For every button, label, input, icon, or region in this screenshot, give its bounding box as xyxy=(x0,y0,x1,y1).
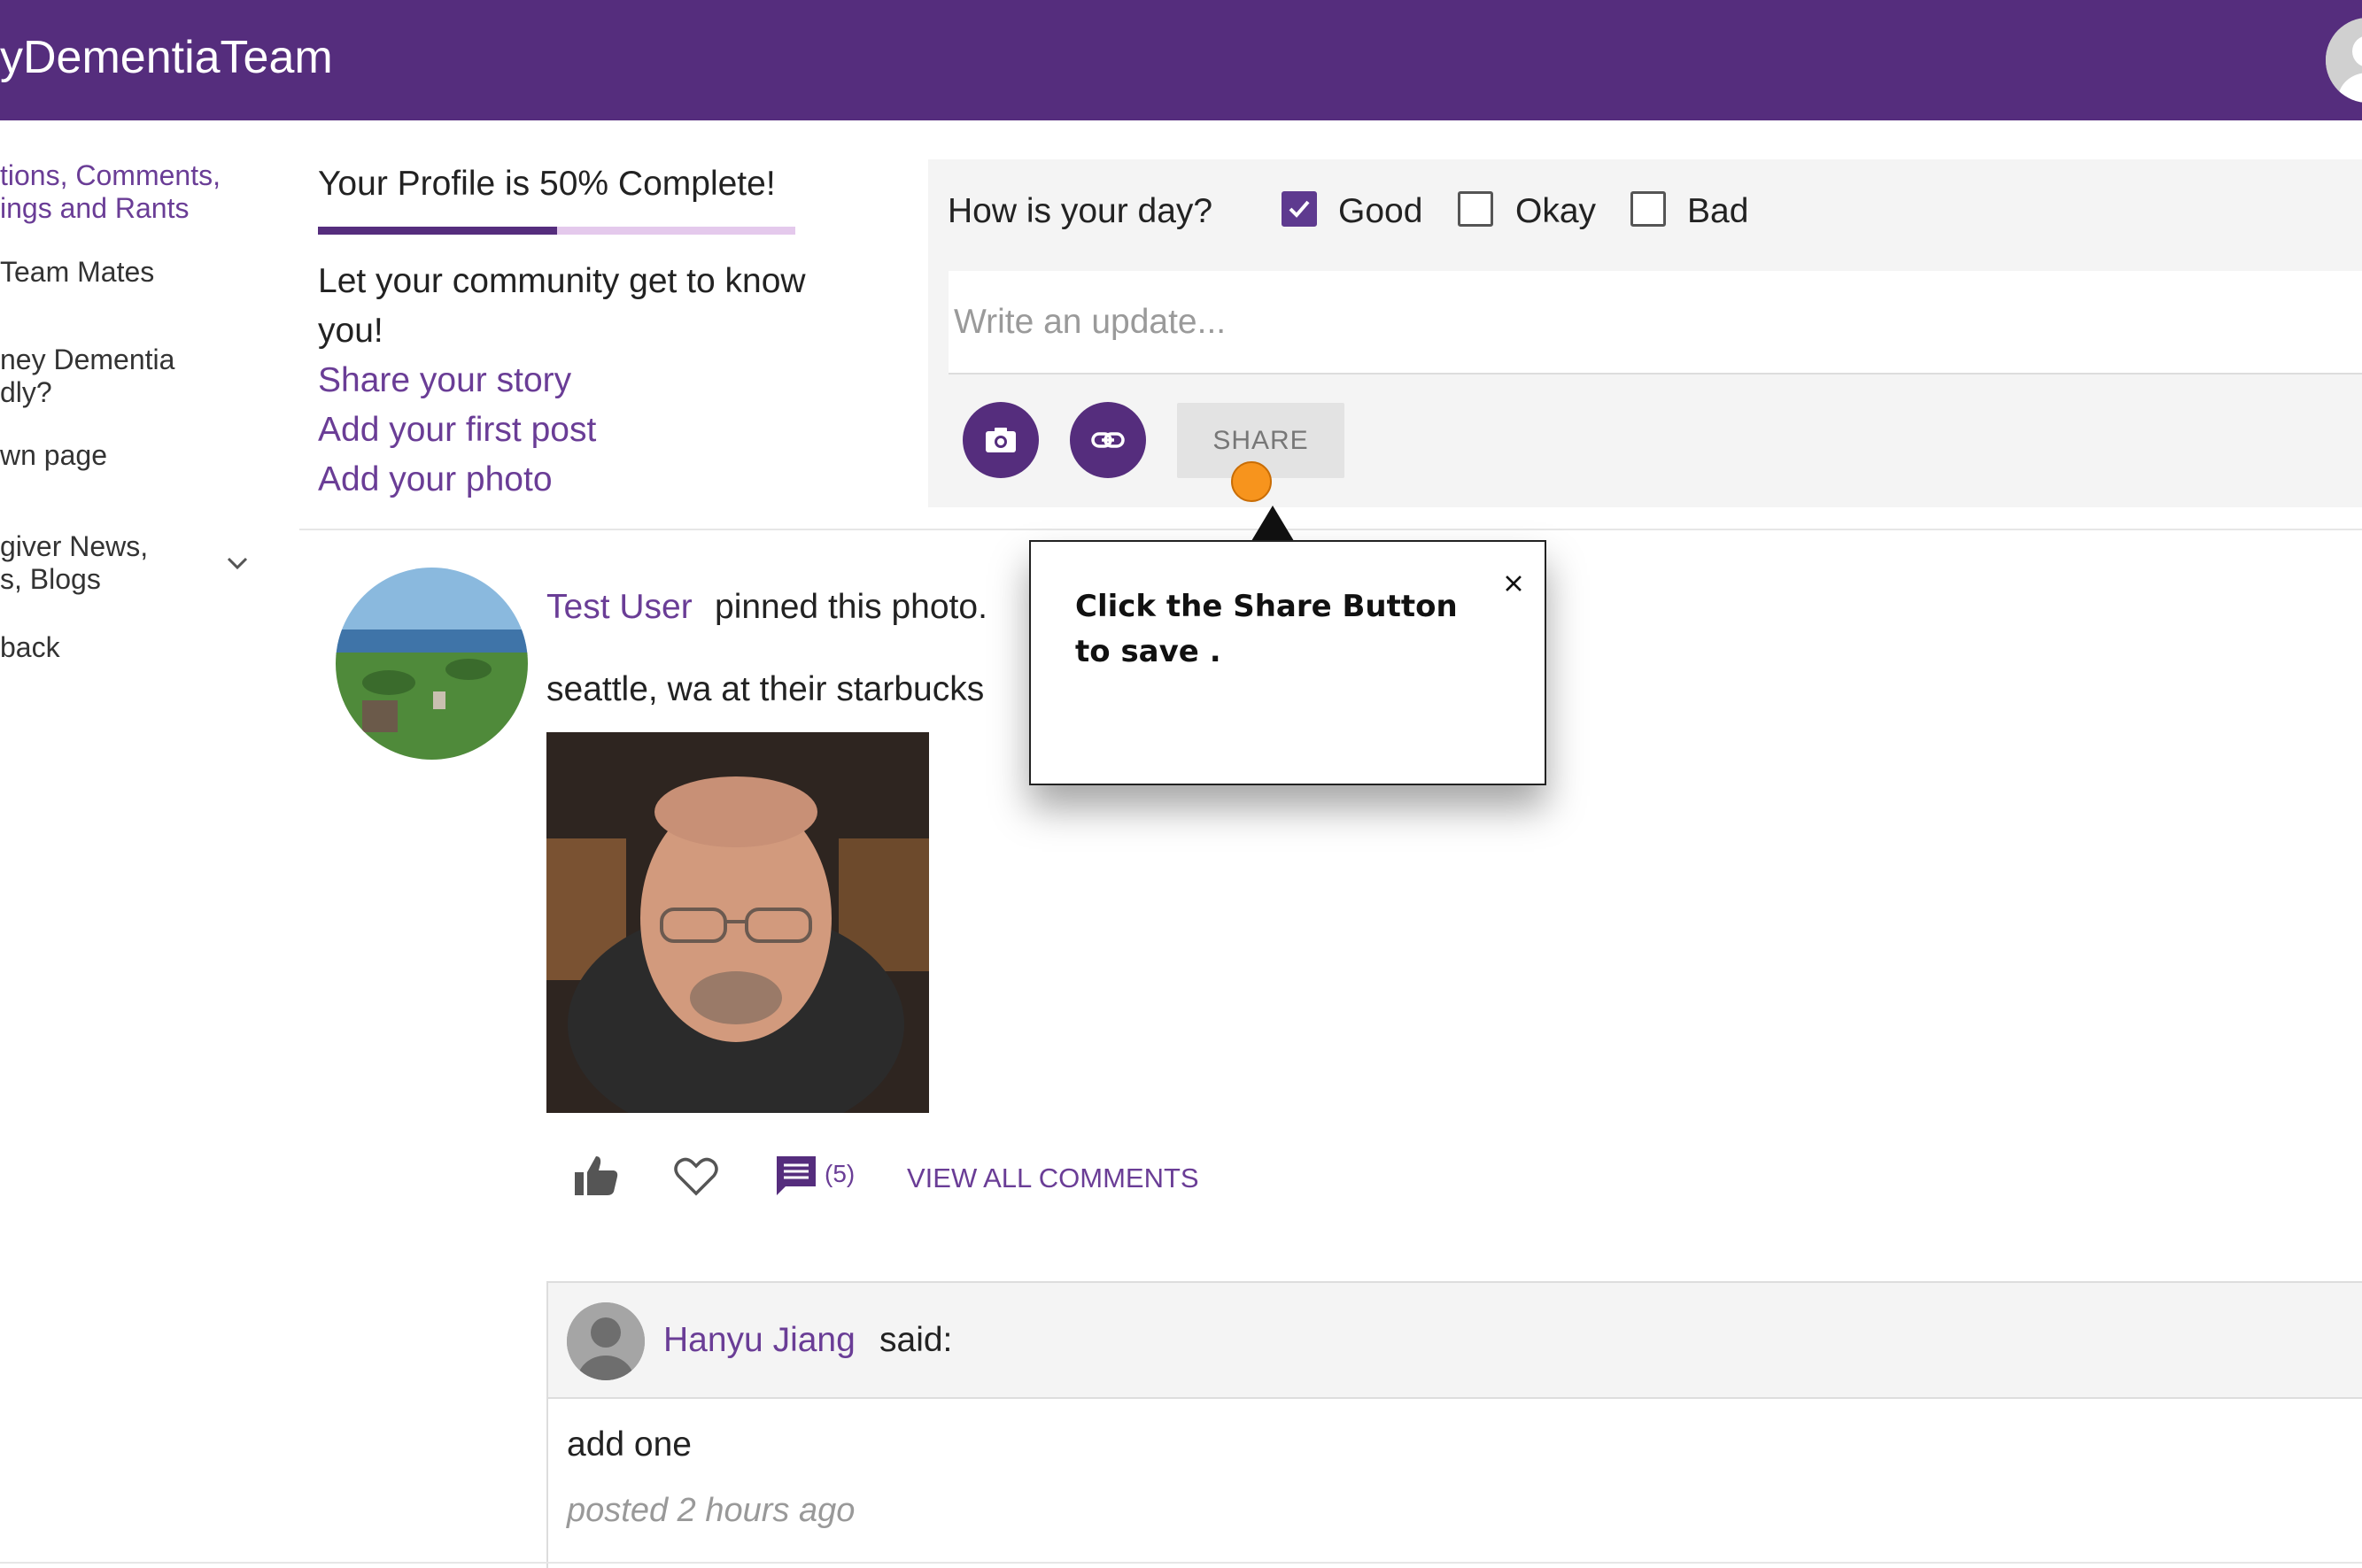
sidebar-item-label: back xyxy=(0,631,60,663)
sidebar-item-caregiver-news[interactable]: giver News, s, Blogs xyxy=(0,530,148,596)
profile-progress-fill xyxy=(318,227,557,235)
bottom-divider xyxy=(0,1562,2362,1564)
camera-icon xyxy=(986,428,1016,452)
sidebar-item-label: tions, Comments, xyxy=(0,159,221,191)
section-divider xyxy=(299,529,2362,530)
commenter-avatar-icon[interactable] xyxy=(567,1302,645,1380)
app-title[interactable]: yDementiaTeam xyxy=(0,25,333,90)
profile-completion-title: Your Profile is 50% Complete! xyxy=(318,165,776,203)
bad-label[interactable]: Bad xyxy=(1687,189,1748,235)
sidebar-item-questions[interactable]: tions, Comments, ings and Rants xyxy=(0,159,221,225)
commenter-said-label: said: xyxy=(879,1321,953,1359)
sidebar-item-label: dly? xyxy=(0,376,52,408)
post-author-avatar[interactable] xyxy=(336,568,528,760)
profile-intro-text: Let your community get to know you! xyxy=(318,262,806,350)
tooltip-arrow xyxy=(1251,506,1294,541)
sidebar-item-label: ings and Rants xyxy=(0,192,190,224)
checkmark-icon xyxy=(1289,200,1310,218)
sidebar-item-label: wn page xyxy=(0,439,107,471)
commenter-name-link[interactable]: Hanyu Jiang xyxy=(663,1317,856,1363)
sidebar-item-label: Team Mates xyxy=(0,256,155,288)
update-input[interactable] xyxy=(949,271,2362,375)
post-photo[interactable] xyxy=(546,732,929,1113)
add-link-button[interactable] xyxy=(1070,402,1146,478)
top-header-bar xyxy=(0,0,2362,120)
post-text: seattle, wa at their starbucks xyxy=(546,670,985,708)
post-action-text: pinned this photo. xyxy=(715,588,987,626)
tap-indicator xyxy=(1231,461,1272,502)
sidebar-item-label: s, Blogs xyxy=(0,563,101,595)
good-label[interactable]: Good xyxy=(1338,189,1422,235)
sidebar-item-label: giver News, xyxy=(0,530,149,562)
man-portrait-photo xyxy=(546,732,929,1113)
sidebar-item-dementia-friendly[interactable]: ney Dementia dly? xyxy=(0,344,174,409)
tooltip-text: Click the Share Button to save . xyxy=(1075,589,1458,669)
like-thumb-icon[interactable] xyxy=(571,1151,621,1201)
link-icon xyxy=(1091,432,1125,448)
chevron-down-icon[interactable] xyxy=(223,549,252,577)
comment-text: add one xyxy=(567,1425,692,1464)
okay-checkbox[interactable] xyxy=(1458,191,1493,227)
comment-count[interactable]: (5) xyxy=(825,1158,855,1190)
sidebar-item-feedback[interactable]: back xyxy=(0,631,60,664)
sidebar-item-own-page[interactable]: wn page xyxy=(0,439,107,472)
heart-icon[interactable] xyxy=(671,1151,721,1201)
day-question-label: How is your day? xyxy=(948,192,1213,230)
comment-timestamp: posted 2 hours ago xyxy=(567,1492,856,1529)
share-tooltip: Click the Share Button to save . xyxy=(1029,540,1546,785)
sidebar-item-label: ney Dementia xyxy=(0,344,175,375)
sidebar-item-team-mates[interactable]: Team Mates xyxy=(0,256,154,289)
comment-icon[interactable] xyxy=(771,1151,821,1201)
post-author-link[interactable]: Test User xyxy=(546,584,693,630)
add-first-post-link[interactable]: Add your first post xyxy=(318,406,596,455)
okay-label[interactable]: Okay xyxy=(1515,189,1596,235)
view-all-comments-link[interactable]: VIEW ALL COMMENTS xyxy=(907,1162,1199,1195)
good-checkbox[interactable] xyxy=(1282,191,1317,227)
tooltip-close-button[interactable] xyxy=(1499,568,1529,599)
add-photo-button[interactable] xyxy=(963,402,1039,478)
add-photo-link[interactable]: Add your photo xyxy=(318,455,553,505)
close-icon xyxy=(1506,575,1522,591)
share-your-story-link[interactable]: Share your story xyxy=(318,356,571,406)
bad-checkbox[interactable] xyxy=(1630,191,1666,227)
landscape-photo-avatar xyxy=(336,568,528,760)
